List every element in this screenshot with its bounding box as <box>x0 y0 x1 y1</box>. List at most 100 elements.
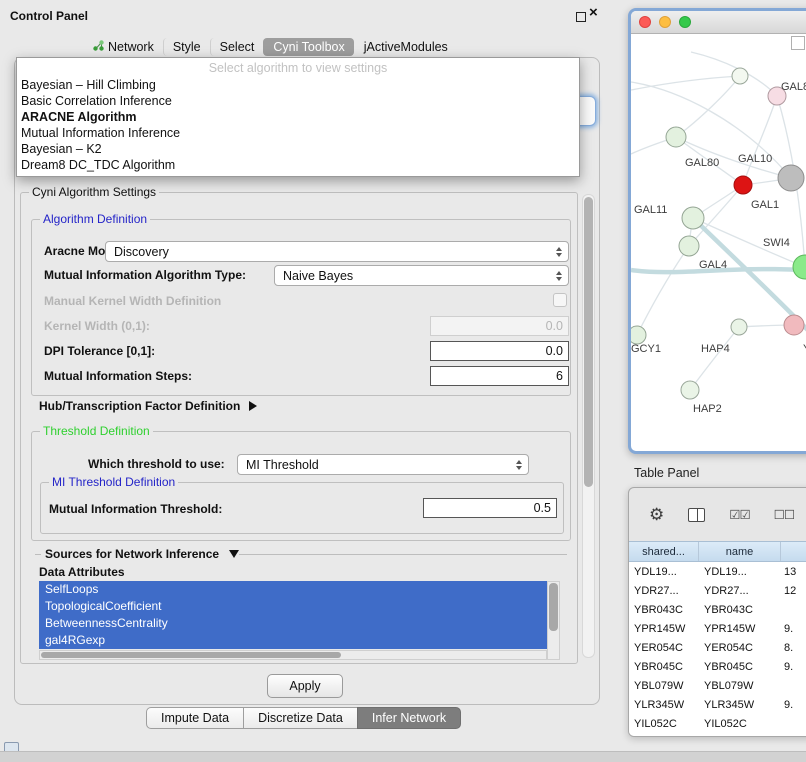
select-all-icon[interactable]: ☑☑ <box>729 507 749 522</box>
mi-threshold-group: MI Threshold Definition Mutual Informati… <box>40 482 564 534</box>
network-edge[interactable] <box>637 246 689 335</box>
table-column-header[interactable]: name <box>699 542 781 561</box>
dropdown-item[interactable]: Dream8 DC_TDC Algorithm <box>17 157 579 173</box>
table-row[interactable]: YBR043CYBR043C <box>629 600 806 619</box>
network-edge[interactable] <box>743 96 777 185</box>
dpi-tolerance-field[interactable]: 0.0 <box>430 341 569 361</box>
network-node-label: HAP4 <box>701 343 730 355</box>
table-cell: 8. <box>781 642 806 654</box>
tab-label: Cyni Toolbox <box>273 40 344 54</box>
mi-steps-field[interactable]: 6 <box>430 366 569 386</box>
table-row[interactable]: YBR045CYBR045C9. <box>629 657 806 676</box>
network-overview-corner <box>791 36 805 50</box>
mi-threshold-field[interactable]: 0.5 <box>423 498 557 518</box>
which-threshold-label: Which threshold to use: <box>88 457 225 471</box>
dropdown-item[interactable]: Bayesian – Hill Climbing <box>17 77 579 93</box>
zoom-traffic-light[interactable] <box>679 16 691 28</box>
sources-toggle[interactable]: Sources for Network Inference <box>35 547 567 561</box>
network-node[interactable] <box>681 381 699 399</box>
table-row[interactable]: YBL079WYBL079W <box>629 676 806 695</box>
close-traffic-light[interactable] <box>639 16 651 28</box>
tab-label: Network <box>108 40 154 54</box>
network-node[interactable] <box>682 207 704 229</box>
network-node[interactable] <box>734 176 752 194</box>
network-node-label: GCY1 <box>631 343 661 355</box>
mi-steps-label: Mutual Information Steps: <box>44 369 192 383</box>
minimize-traffic-light[interactable] <box>659 16 671 28</box>
scrollbar-thumb[interactable] <box>41 652 341 658</box>
network-node[interactable] <box>631 326 646 344</box>
combo-arrows-icon <box>556 271 562 281</box>
which-threshold-value: MI Threshold <box>246 458 319 472</box>
close-icon[interactable]: × <box>589 4 598 21</box>
network-node[interactable] <box>793 255 806 279</box>
tab-style[interactable]: Style <box>163 38 210 56</box>
tab-impute-data[interactable]: Impute Data <box>146 707 244 729</box>
scrollbar-thumb[interactable] <box>584 197 593 487</box>
hub-definition-toggle[interactable]: Hub/Transcription Factor Definition <box>39 399 257 413</box>
control-panel-title: Control Panel <box>10 9 88 23</box>
network-window-titlebar[interactable] <box>631 11 806 34</box>
tab-cyni-toolbox[interactable]: Cyni Toolbox <box>263 38 353 56</box>
tab-label: Style <box>173 40 201 54</box>
attributes-vertical-scrollbar[interactable] <box>547 581 560 660</box>
unselect-all-icon[interactable]: ☐☐ <box>774 507 794 522</box>
tab-select[interactable]: Select <box>210 38 264 56</box>
network-node[interactable] <box>732 68 748 84</box>
mi-type-combo[interactable]: Naive Bayes <box>274 265 569 286</box>
network-edge[interactable] <box>690 327 739 390</box>
attribute-list-item[interactable]: TopologicalCoefficient <box>39 598 547 615</box>
columns-icon[interactable] <box>688 508 705 522</box>
tab-network[interactable]: Network <box>84 38 163 56</box>
network-node[interactable] <box>679 236 699 256</box>
aracne-mode-combo[interactable]: Discovery <box>105 241 569 262</box>
network-canvas[interactable]: GAL8GAL80GAL10GAL1GAL11SWI4GAL4GCY1HAP4H… <box>631 34 806 452</box>
table-cell: 13 <box>781 566 806 578</box>
table-column-header[interactable]: shared... <box>629 542 699 561</box>
dropdown-item[interactable]: ARACNE Algorithm <box>17 109 579 125</box>
table-cell: 9. <box>781 623 806 635</box>
sources-label: Sources for Network Inference <box>45 547 219 561</box>
network-node[interactable] <box>666 127 686 147</box>
border-line <box>239 554 567 555</box>
tab-discretize-data[interactable]: Discretize Data <box>243 707 358 729</box>
which-threshold-combo[interactable]: MI Threshold <box>237 454 529 475</box>
manual-kernel-checkbox[interactable] <box>553 293 567 307</box>
attribute-list-item[interactable]: gal4RGexp <box>39 632 547 649</box>
dropdown-item[interactable]: Mutual Information Inference <box>17 125 579 141</box>
network-node[interactable] <box>784 315 804 335</box>
network-node[interactable] <box>778 165 804 191</box>
status-bar <box>0 751 806 762</box>
network-node-label: SWI4 <box>763 237 790 249</box>
dropdown-item[interactable]: Basic Correlation Inference <box>17 93 579 109</box>
scrollbar-thumb[interactable] <box>549 583 558 631</box>
network-edge[interactable] <box>676 76 740 137</box>
table-cell: YDL19... <box>699 566 781 578</box>
attribute-list-item[interactable]: SelfLoops <box>39 581 547 598</box>
tab-infer-network[interactable]: Infer Network <box>357 707 461 729</box>
apply-button[interactable]: Apply <box>267 674 343 698</box>
data-attributes-label: Data Attributes <box>39 565 125 579</box>
settings-group-title: Cyni Algorithm Settings <box>29 185 159 199</box>
table-column-header[interactable] <box>781 542 806 561</box>
table-cell: YLR345W <box>699 699 781 711</box>
table-row[interactable]: YPR145WYPR145W9. <box>629 619 806 638</box>
float-window-icon[interactable] <box>576 12 586 22</box>
tab-jactivemodules[interactable]: jActiveModules <box>354 38 457 56</box>
settings-vertical-scrollbar[interactable] <box>582 194 595 658</box>
table-row[interactable]: YER054CYER054C8. <box>629 638 806 657</box>
dropdown-placeholder: Select algorithm to view settings <box>17 59 579 77</box>
table-row[interactable]: YLR345WYLR345W9. <box>629 695 806 714</box>
table-row[interactable]: YDR27...YDR27...12 <box>629 581 806 600</box>
attributes-horizontal-scrollbar[interactable] <box>39 650 547 660</box>
gear-icon[interactable]: ⚙ <box>649 506 664 523</box>
network-tab-icon <box>93 40 104 54</box>
network-node[interactable] <box>731 319 747 335</box>
table-row[interactable]: YIL052CYIL052C <box>629 714 806 733</box>
mi-threshold-label: Mutual Information Threshold: <box>49 502 222 516</box>
kernel-width-field[interactable]: 0.0 <box>430 316 569 336</box>
dropdown-item[interactable]: Bayesian – K2 <box>17 141 579 157</box>
attribute-list-item[interactable]: BetweennessCentrality <box>39 615 547 632</box>
network-edge[interactable] <box>631 76 740 90</box>
table-row[interactable]: YDL19...YDL19...13 <box>629 562 806 581</box>
